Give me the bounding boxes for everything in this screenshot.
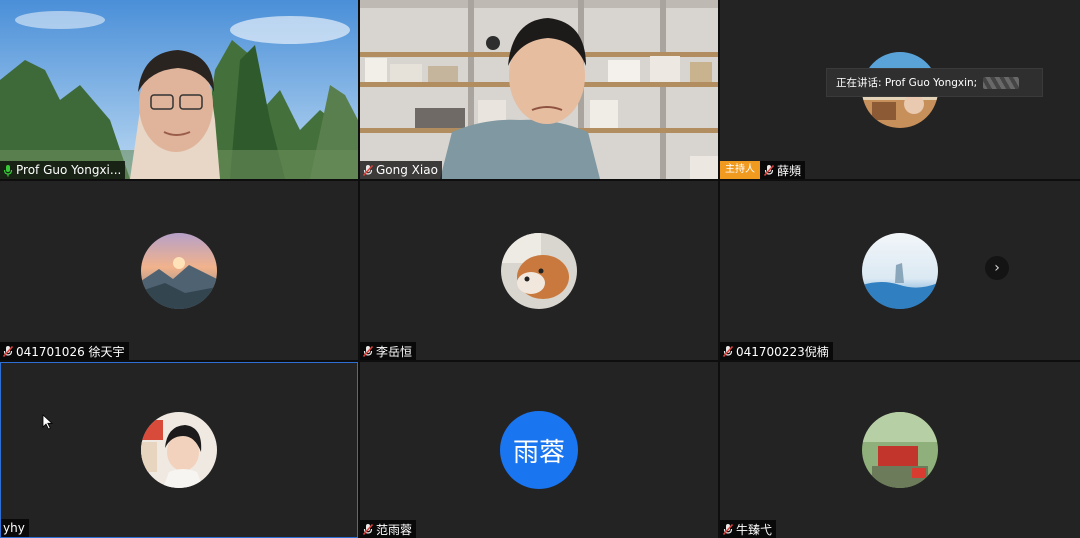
chevron-right-icon: ›	[994, 260, 1000, 276]
participant-tile-yhy[interactable]: yhy	[0, 362, 358, 538]
redacted-blur	[983, 76, 1020, 89]
mic-muted-icon	[362, 164, 374, 177]
participant-avatar	[141, 232, 217, 309]
participant-nameplate: 041701026 徐天宇	[0, 342, 129, 360]
participant-name: Prof Guo Yongxi...	[16, 163, 122, 177]
participant-tile-fan-yurong[interactable]: 雨蓉 范雨蓉	[360, 362, 718, 538]
participant-tile-li-yueheng[interactable]: 李岳恒	[360, 181, 718, 360]
participant-nameplate: 范雨蓉	[360, 520, 417, 538]
speaking-indicator: 正在讲话: Prof Guo Yongxin;	[826, 68, 1043, 97]
participant-name: yhy	[3, 521, 25, 535]
participant-name: Gong Xiao	[376, 163, 438, 177]
participant-tile-gong-xiao[interactable]: Gong Xiao	[360, 0, 718, 179]
participant-nameplate: 041700223倪楠	[720, 342, 833, 360]
mic-muted-icon	[722, 345, 734, 358]
participant-name: 薛頻	[777, 163, 802, 178]
participant-nameplate: 李岳恒	[360, 342, 417, 360]
mic-muted-icon	[2, 345, 14, 358]
participant-nameplate: 牛臻弋	[720, 520, 777, 538]
participant-nameplate: Gong Xiao	[360, 161, 442, 179]
participant-avatar	[501, 232, 577, 309]
participant-name: 范雨蓉	[376, 522, 413, 537]
mic-muted-icon	[362, 523, 374, 536]
host-badge: 主持人	[720, 161, 760, 179]
participant-video	[0, 0, 358, 179]
participant-avatar	[141, 412, 217, 488]
participant-nameplate: 主持人 薛頻	[720, 161, 806, 179]
participant-tile-prof-guo[interactable]: Prof Guo Yongxi...	[0, 0, 358, 179]
participant-nameplate: Prof Guo Yongxi...	[0, 161, 126, 179]
speaking-label: 正在讲话: Prof Guo Yongxin;	[836, 77, 978, 89]
participant-name: 李岳恒	[376, 344, 413, 359]
participant-avatar	[862, 232, 938, 309]
next-page-button[interactable]: ›	[985, 256, 1009, 280]
participant-video	[360, 0, 718, 179]
participant-nameplate: yhy	[1, 519, 29, 537]
participant-avatar	[862, 412, 938, 488]
participant-name: 041700223倪楠	[736, 344, 829, 359]
participant-tile-ni-nan[interactable]: 041700223倪楠	[720, 181, 1080, 360]
mic-muted-icon	[763, 164, 775, 177]
mic-muted-icon	[722, 523, 734, 536]
mouse-cursor-icon	[42, 414, 54, 430]
participant-name: 牛臻弋	[736, 522, 773, 537]
participant-text-avatar: 雨蓉	[500, 411, 578, 489]
participant-tile-niu-zhenyi[interactable]: 牛臻弋	[720, 362, 1080, 538]
participant-name: 041701026 徐天宇	[16, 344, 125, 359]
mic-muted-icon	[362, 345, 374, 358]
mic-active-icon	[2, 164, 14, 177]
participant-tile-xu-tianyu[interactable]: 041701026 徐天宇	[0, 181, 358, 360]
